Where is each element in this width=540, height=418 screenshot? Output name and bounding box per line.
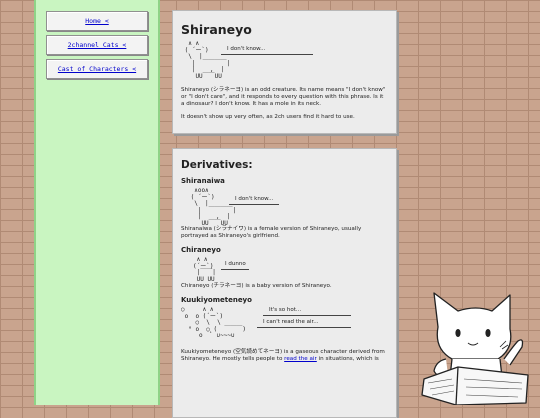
nav-home-link[interactable]: Home < — [46, 11, 148, 31]
nav-2channel-cats-link[interactable]: 2channel Cats < — [46, 35, 148, 55]
shiranaiwa-description: Shiranaiwa (シラナイワ) is a female version o… — [181, 226, 362, 239]
chiraneyo-description: Chiraneyo (チラネーヨ) is a baby version of S… — [181, 283, 332, 289]
shiranaiwa-ascii-art: ∧oo∧ ( ´ー`) \ | | ￣￣￣￣| | , | UU￣￣UU I d… — [187, 187, 388, 226]
nav-cast-of-characters-link[interactable]: Cast of Characters < — [46, 59, 148, 79]
shiraneyo-speech: I don't know... — [221, 46, 313, 55]
shiraneyo-description: Shiraneyo (シラネーヨ) is an odd creature. It… — [181, 87, 386, 107]
shiraneyo-ascii-art: ∧ ∧ ( ´ー`) \ | | ￣￣￣￣| | , | UU￣￣UU I do… — [181, 40, 388, 81]
kuukiyometeneyo-speech-air: I can't read the air... — [257, 319, 351, 328]
shiranaiwa-speech: I don't know... — [229, 196, 279, 205]
kuukiyometeneyo-description: Kuukiyometeneyo (空気読めてネーヨ) is a gaseous … — [181, 349, 388, 363]
kuukiyometeneyo-ascii-art: ○ ∧ ∧ o o (´ー`) ○ \ \ ° o ○ ( ￣￣￣) o ﾟ ∪… — [181, 306, 388, 349]
shiraneyo-usage-note: It doesn't show up very often, as 2ch us… — [181, 114, 355, 120]
cat-in-box-mascot — [421, 292, 529, 405]
kuukiyometeneyo-speech-hot: It's so hot... — [263, 307, 351, 316]
shiranaiwa-heading: Shiranaiwa — [181, 177, 225, 185]
derivatives-heading: Derivatives: — [181, 159, 253, 171]
derivatives-panel: Derivatives: Shiranaiwa ∧oo∧ ( ´ー`) \ | … — [172, 148, 397, 418]
read-the-air-link[interactable]: read the air — [284, 356, 317, 362]
kuukiyometeneyo-heading: Kuukiyometeneyo — [181, 296, 252, 304]
shiraneyo-panel: Shiraneyo ∧ ∧ ( ´ー`) \ | | ￣￣￣￣| | , | U… — [172, 10, 397, 134]
chiraneyo-heading: Chiraneyo — [181, 246, 221, 254]
chiraneyo-speech: I dunno — [221, 261, 249, 270]
page-title: Shiraneyo — [181, 22, 252, 37]
chiraneyo-ascii-art: ∧ ∧ (´ー`) |￣￣| UU UU I dunno — [193, 256, 388, 283]
kuukiyometeneyo-text-end: in situations, which is — [316, 356, 379, 362]
